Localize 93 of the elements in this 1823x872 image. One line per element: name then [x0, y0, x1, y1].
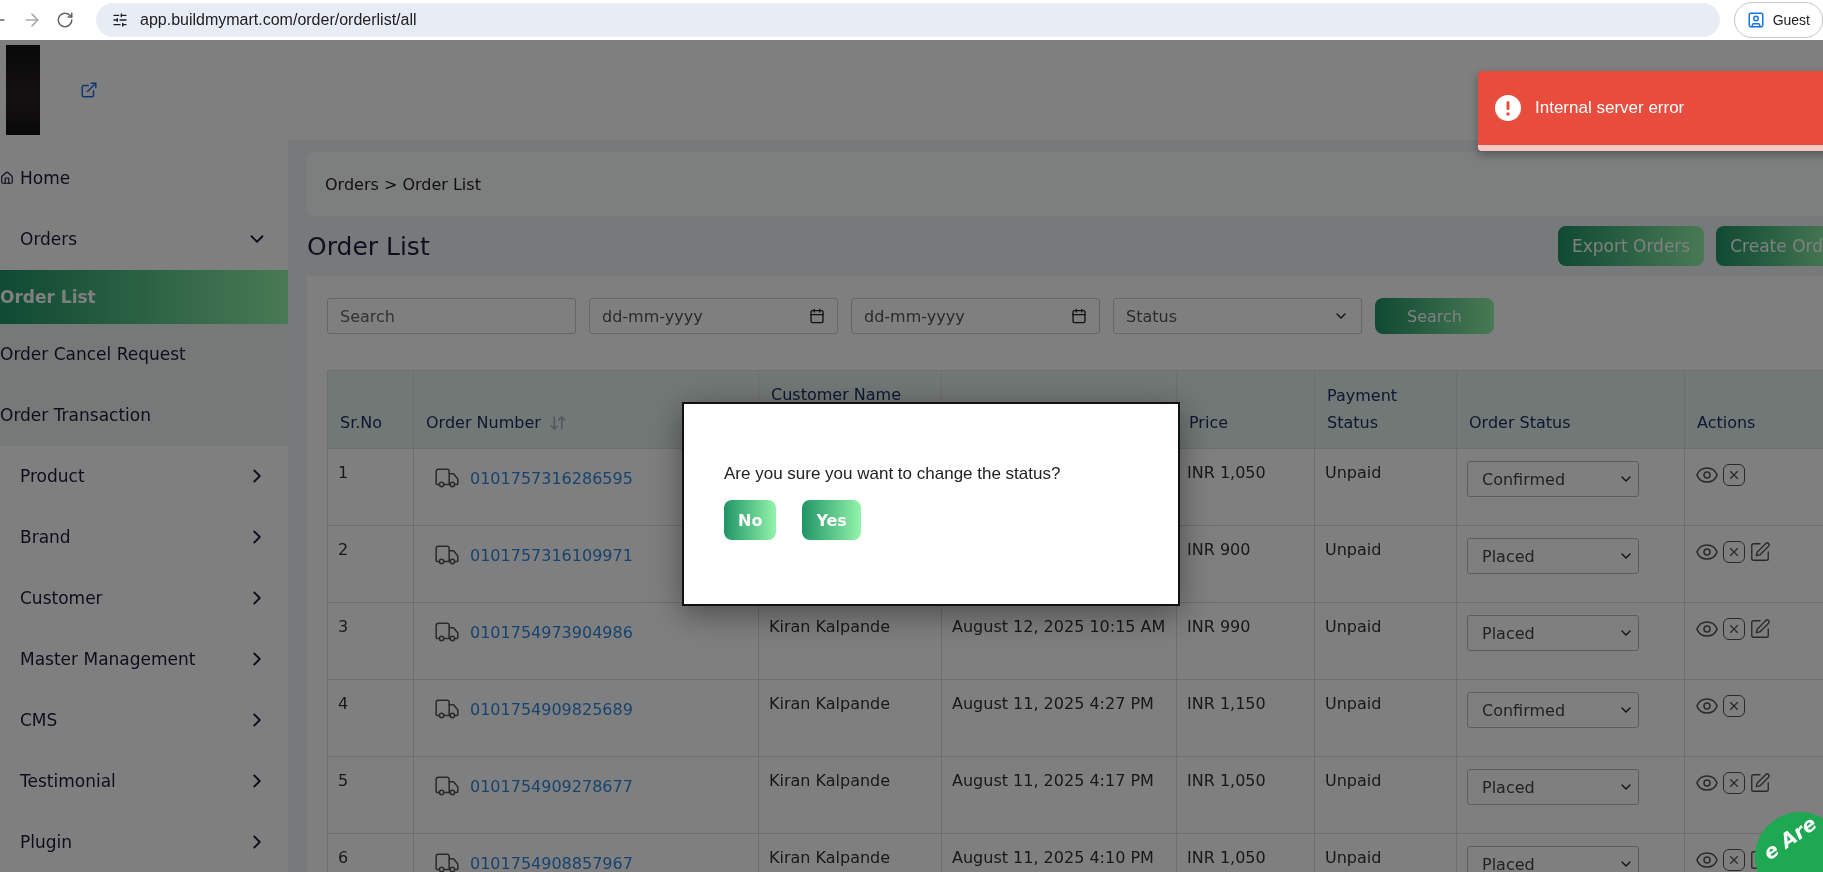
order-link[interactable]: 0101754973904986 — [470, 622, 633, 642]
status-select[interactable]: Confirmed — [1467, 461, 1639, 497]
order-link[interactable]: 0101757316286595 — [470, 468, 633, 488]
dialog-message: Are you sure you want to change the status? — [724, 464, 1062, 484]
close-icon[interactable] — [1723, 541, 1745, 563]
table-cell: August 12, 2025 10:15 AM — [952, 617, 1166, 636]
order-link[interactable]: 0101754909278677 — [470, 776, 633, 796]
table-cell: INR 1,150 — [1187, 694, 1266, 713]
table-cell: Kiran Kalpande — [769, 848, 891, 867]
close-icon[interactable] — [1723, 618, 1745, 640]
url-text: app.buildmymart.com/order/orderlist/all — [140, 11, 417, 29]
order-link[interactable]: 0101757316109971 — [470, 545, 633, 565]
column-header: Actions — [1697, 412, 1756, 434]
table-cell: INR 1,050 — [1187, 463, 1266, 482]
column-header: Customer Name — [771, 384, 901, 406]
sidebar-label: Home — [20, 168, 71, 189]
sidebar-item[interactable]: Home — [0, 148, 288, 209]
sidebar-item[interactable]: Customer — [0, 567, 288, 629]
status-select[interactable]: Placed — [1467, 538, 1639, 574]
column-header: Payment Status — [1327, 385, 1399, 434]
table-cell: Kiran Kalpande — [769, 617, 891, 636]
reload-icon[interactable] — [56, 11, 74, 29]
close-icon[interactable] — [1723, 464, 1745, 486]
sidebar-label: Orders — [20, 229, 78, 250]
column-header: Sr.No — [340, 412, 383, 434]
table-cell: 1 — [338, 463, 349, 482]
calendar-icon[interactable] — [1071, 308, 1087, 324]
external-link-icon[interactable] — [80, 81, 98, 99]
sidebar-label: Testimonial — [20, 770, 116, 791]
table-cell: August 11, 2025 4:17 PM — [952, 771, 1154, 790]
search-field[interactable]: Search — [327, 298, 576, 334]
date-field[interactable]: dd-mm-yyyy — [589, 298, 838, 334]
sidebar-label: Product — [20, 466, 85, 487]
table-cell: August 11, 2025 4:27 PM — [952, 694, 1154, 713]
alert-icon — [1495, 95, 1521, 121]
table-cell: INR 1,050 — [1187, 771, 1266, 790]
close-icon[interactable] — [1723, 695, 1745, 717]
sidebar-item[interactable]: Testimonial — [0, 750, 288, 812]
address-bar[interactable]: app.buildmymart.com/order/orderlist/all — [96, 3, 1720, 37]
sidebar-label: Master Management — [20, 648, 196, 669]
table-cell: Unpaid — [1325, 848, 1382, 867]
table-cell: Unpaid — [1325, 694, 1382, 713]
sidebar-item[interactable]: CMS — [0, 689, 288, 751]
edit-icon[interactable] — [1749, 618, 1771, 640]
table-cell: Kiran Kalpande — [769, 771, 891, 790]
order-link[interactable]: 0101754909825689 — [470, 699, 633, 719]
table-cell: 6 — [338, 848, 349, 867]
table-cell: Unpaid — [1325, 540, 1382, 559]
status-select[interactable]: Status — [1113, 298, 1362, 334]
table-cell: August 11, 2025 4:10 PM — [952, 848, 1154, 867]
sidebar-subitem[interactable]: Order List — [0, 269, 288, 324]
table-cell: 5 — [338, 771, 349, 790]
calendar-icon[interactable] — [809, 308, 825, 324]
header-button[interactable]: Export Orders — [1558, 226, 1705, 266]
table-cell: 3 — [338, 617, 349, 636]
column-header: Order Status — [1469, 412, 1571, 434]
status-select[interactable]: Placed — [1467, 615, 1639, 651]
table-cell: INR 1,050 — [1187, 848, 1266, 867]
close-icon[interactable] — [1723, 849, 1745, 871]
table-cell: Unpaid — [1325, 771, 1382, 790]
table-cell: Kiran Kalpande — [769, 694, 891, 713]
site-info-icon[interactable] — [112, 12, 128, 28]
table-cell: INR 990 — [1187, 617, 1251, 636]
edit-icon[interactable] — [1749, 541, 1771, 563]
sidebar-label: Brand — [20, 527, 71, 548]
sidebar-item[interactable]: Brand — [0, 506, 288, 568]
sidebar-item[interactable]: Plugin — [0, 811, 288, 872]
breadcrumb: Orders > Order List — [307, 152, 1823, 216]
date-field[interactable]: dd-mm-yyyy — [851, 298, 1100, 334]
close-icon[interactable] — [1723, 772, 1745, 794]
sidebar-label: CMS — [20, 709, 58, 730]
sidebar-item[interactable]: Orders — [0, 208, 288, 270]
dialog-button[interactable]: Yes — [802, 500, 861, 540]
column-header: Price — [1189, 412, 1229, 434]
sidebar-subitem[interactable]: Order Transaction — [0, 384, 288, 446]
sidebar-item[interactable]: Master Management — [0, 628, 288, 690]
table-cell: Unpaid — [1325, 463, 1382, 482]
table-cell: 4 — [338, 694, 349, 713]
table-cell: 2 — [338, 540, 349, 559]
sidebar-label: Customer — [20, 588, 103, 608]
status-select[interactable]: Confirmed — [1467, 692, 1639, 728]
status-select[interactable]: Placed — [1467, 846, 1639, 872]
edit-icon[interactable] — [1749, 772, 1771, 794]
dialog-button[interactable]: No — [724, 500, 777, 540]
column-header: Order Number — [426, 412, 541, 434]
profile-icon — [1746, 11, 1765, 29]
home-icon — [0, 171, 14, 186]
table-cell: Unpaid — [1325, 617, 1382, 636]
toast-message: Internal server error — [1535, 98, 1685, 118]
table-cell: INR 900 — [1187, 540, 1251, 559]
sidebar-label: Plugin — [20, 831, 73, 852]
page-title: Order List — [307, 231, 430, 261]
status-select[interactable]: Placed — [1467, 769, 1639, 805]
